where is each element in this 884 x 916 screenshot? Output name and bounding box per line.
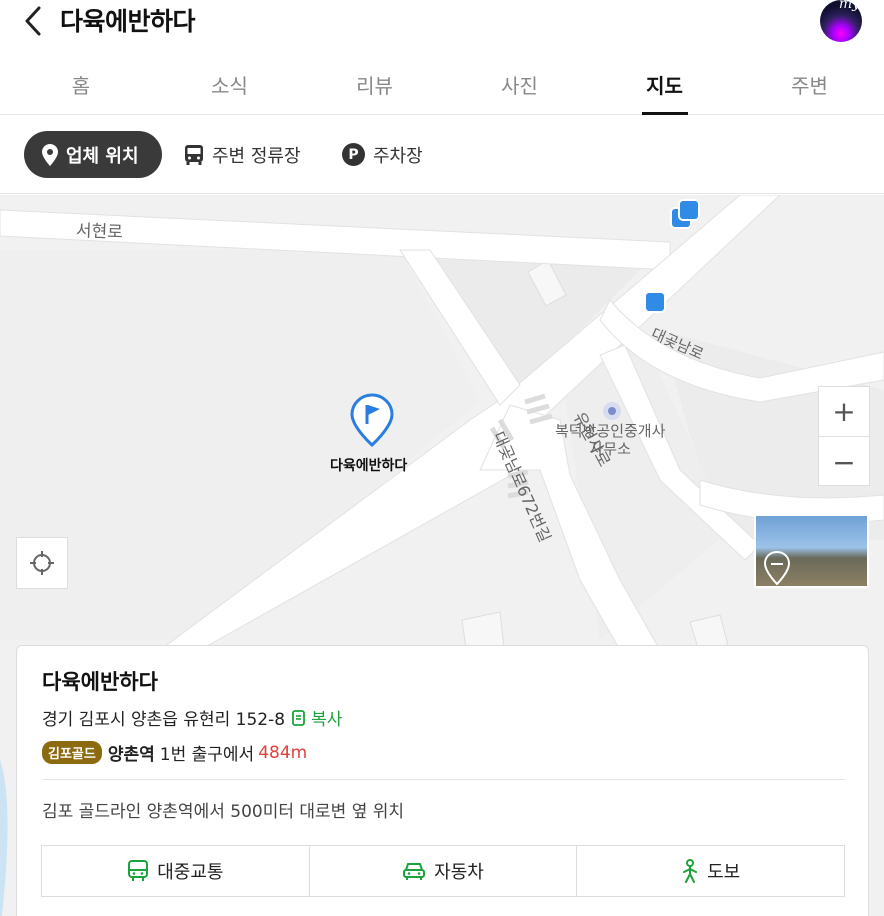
copy-icon	[292, 709, 305, 726]
copy-label: 복사	[311, 710, 343, 730]
directions-buttons: 대중교통 자동차 도보	[41, 845, 845, 897]
tab-photos[interactable]: 사진	[447, 58, 592, 114]
place-address: 경기 김포시 양촌읍 유현리 152-8	[42, 710, 286, 730]
page-title: 다육에반하다	[60, 7, 196, 36]
tab-nearby[interactable]: 주변	[737, 58, 882, 114]
map-filter-chips: 업체 위치 주변 정류장 P 주차장	[0, 116, 884, 194]
walk-label: 도보	[707, 862, 741, 883]
back-button[interactable]	[18, 4, 48, 38]
map-label-office-line2: 사무소	[589, 440, 631, 458]
place-address-row: 경기 김포시 양촌읍 유현리 152-8 복사	[42, 705, 342, 730]
chip-nearby-stops-label: 주변 정류장	[212, 145, 301, 167]
chip-business-location[interactable]: 업체 위치	[24, 131, 162, 178]
office-poi-icon[interactable]	[603, 402, 621, 420]
tab-news[interactable]: 소식	[157, 58, 302, 114]
street-view-pin-icon	[763, 550, 791, 586]
chip-business-location-label: 업체 위치	[66, 145, 139, 167]
place-description: 김포 골드라인 양촌역에서 500미터 대로변 옆 위치	[42, 802, 405, 822]
bus-stop-icon[interactable]	[644, 291, 666, 313]
chip-parking-label: 주차장	[373, 145, 423, 167]
zoom-in-button[interactable]: +	[819, 387, 869, 437]
map-label-office-line1: 복덕방공인중개사	[555, 422, 666, 440]
place-info-card: 다육에반하다 경기 김포시 양촌읍 유현리 152-8 복사 김포골드 양촌역 …	[16, 645, 869, 916]
business-marker[interactable]	[350, 393, 394, 451]
avatar[interactable]: my	[820, 0, 862, 42]
tab-map[interactable]: 지도	[592, 58, 737, 114]
parking-icon-letter: P	[342, 143, 365, 166]
chip-parking[interactable]: P 주차장	[342, 131, 423, 178]
bus-icon	[184, 144, 204, 166]
zoom-out-button[interactable]: −	[819, 437, 869, 487]
station-distance: 484m	[258, 742, 308, 763]
my-location-button[interactable]	[16, 537, 68, 589]
street-view-thumbnail[interactable]	[754, 514, 869, 588]
marker-label: 다육에반하다	[330, 458, 408, 474]
tab-reviews[interactable]: 리뷰	[302, 58, 447, 114]
nearest-station-row: 김포골드 양촌역 1번 출구에서 484m	[42, 740, 307, 765]
location-pin-icon	[42, 143, 58, 166]
zoom-control: + −	[818, 386, 870, 486]
parking-icon: P	[342, 143, 365, 166]
tab-home[interactable]: 홈	[5, 58, 157, 114]
car-label: 자동차	[434, 862, 484, 883]
transit-directions-button[interactable]: 대중교통	[42, 846, 310, 896]
map-label-seohyeon-ro: 서현로	[75, 221, 124, 243]
car-icon	[402, 861, 426, 881]
tab-bar: 홈 소식 리뷰 사진 지도 주변	[0, 58, 884, 115]
crosshair-icon	[30, 551, 54, 575]
walk-directions-button[interactable]: 도보	[577, 846, 844, 896]
divider	[42, 779, 845, 780]
bus-stop-icon[interactable]	[678, 199, 700, 221]
station-exit: 1번 출구에서	[159, 745, 255, 765]
header: 다육에반하다 my	[0, 0, 884, 44]
car-directions-button[interactable]: 자동차	[310, 846, 578, 896]
walking-person-icon	[681, 859, 699, 883]
map-label-office[interactable]: 복덕방공인중개사 사무소	[555, 422, 665, 458]
subway-line-badge: 김포골드	[42, 741, 102, 764]
transit-label: 대중교통	[157, 862, 224, 883]
bus-icon	[127, 860, 149, 882]
chevron-left-icon	[25, 6, 41, 36]
flag-marker-icon	[350, 393, 394, 448]
station-name: 양촌역	[107, 745, 155, 765]
chip-nearby-stops[interactable]: 주변 정류장	[184, 131, 301, 178]
avatar-text: my	[838, 0, 860, 12]
copy-address-button[interactable]: 복사	[291, 705, 342, 730]
place-title: 다육에반하다	[42, 670, 158, 694]
